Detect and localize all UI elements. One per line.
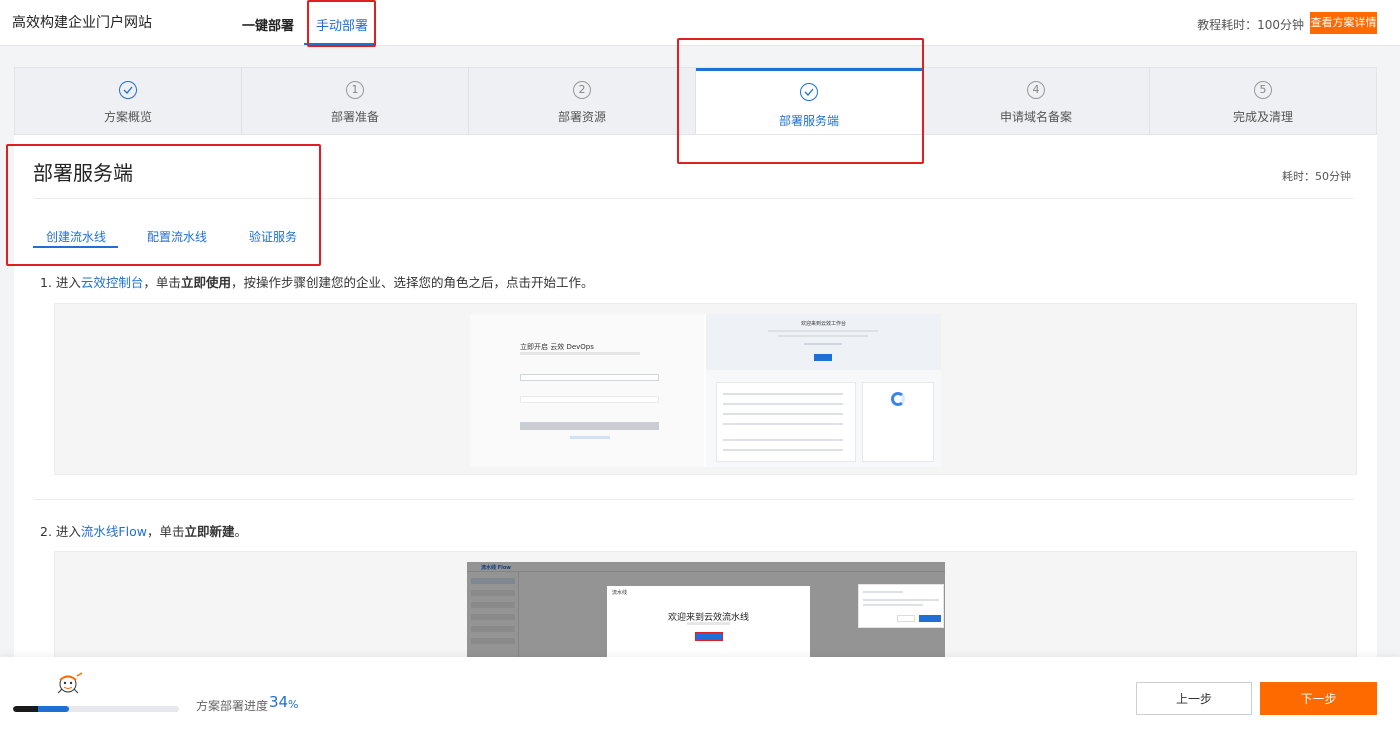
step-label: 部署资源 (557, 110, 606, 124)
screenshot-text: 欢迎来到云效工作台 (801, 321, 847, 327)
instruction-text: 1. 进入 (40, 275, 81, 290)
placeholder-line (723, 403, 843, 405)
active-subtab-indicator (33, 246, 118, 248)
subtab-create-pipeline[interactable]: 创建流水线 (46, 228, 106, 245)
instruction-text: ，单击 (146, 524, 185, 539)
instruction-text: 。 (234, 524, 247, 539)
placeholder-field (520, 396, 659, 403)
divider (34, 198, 1354, 199)
screenshot-text: 流水线 (612, 590, 628, 596)
instruction-2: 2. 进入流水线Flow，单击立即新建。 (40, 521, 247, 540)
view-detail-button[interactable]: 查看方案详情 (1310, 12, 1377, 34)
divider (34, 499, 1354, 500)
check-circle-icon (800, 83, 818, 101)
placeholder-line (723, 423, 843, 425)
placeholder-line (863, 604, 923, 606)
placeholder-line (520, 352, 640, 355)
placeholder-line (723, 449, 843, 451)
tab-manual-deploy[interactable]: 手动部署 (316, 15, 368, 34)
screenshot-text: 立即开启 云效 DevOps (520, 343, 594, 351)
progress-label: 方案部署进度 (196, 699, 269, 713)
instruction-text: 2. 进入 (40, 524, 81, 539)
step-label: 方案概览 (103, 110, 152, 124)
step-number: 1 (346, 81, 364, 99)
instruction-1: 1. 进入云效控制台，单击立即使用，按操作步骤创建您的企业、选择您的角色之后，点… (40, 272, 593, 291)
placeholder-line (687, 622, 730, 625)
next-step-button[interactable]: 下一步 (1260, 682, 1377, 715)
placeholder-link (570, 436, 610, 439)
progress-bar (13, 706, 179, 712)
mascot-icon (57, 672, 83, 694)
section-title: 部署服务端 (33, 161, 133, 185)
placeholder-field (520, 374, 659, 381)
placeholder-button (814, 354, 832, 361)
screenshot-panel-right: 欢迎来到云效工作台 (706, 314, 941, 467)
active-tab-indicator (304, 43, 374, 45)
placeholder-button (919, 615, 941, 622)
placeholder-line (863, 599, 939, 601)
screenshot-devops: 立即开启 云效 DevOps 欢迎来到云效工作台 (54, 303, 1357, 475)
placeholder-button (897, 615, 915, 622)
check-circle-icon (119, 81, 137, 99)
tab-one-click-deploy[interactable]: 一键部署 (242, 15, 294, 34)
placeholder-button (520, 422, 659, 430)
course-time: 教程耗时：100分钟 (1197, 18, 1304, 32)
donut-chart-icon (891, 392, 905, 406)
devops-screenshot-image: 立即开启 云效 DevOps 欢迎来到云效工作台 (470, 314, 941, 467)
step-overview[interactable]: 方案概览 (15, 68, 242, 134)
step-deploy-server[interactable]: 部署服务端 (696, 68, 923, 134)
step-number: 5 (1254, 81, 1272, 99)
placeholder-line (778, 335, 868, 337)
console-link[interactable]: 云效控制台 (81, 275, 144, 290)
subtab-verify-service[interactable]: 验证服务 (249, 228, 297, 245)
placeholder-line (723, 413, 843, 415)
instruction-text: ，按操作步骤创建您的企业、选择您的角色之后，点击开始工作。 (230, 275, 594, 290)
prev-step-button[interactable]: 上一步 (1136, 682, 1252, 715)
top-bar: 高效构建企业门户网站 一键部署 手动部署 教程耗时：100分钟 查看方案详情 (0, 0, 1400, 46)
step-number: 4 (1027, 81, 1045, 99)
flow-screenshot-image: 流水线 Flow 流水线 欢迎来到云效流水线 (467, 562, 945, 662)
progress-value: 34 (269, 693, 289, 711)
placeholder-card (716, 382, 856, 462)
screenshot-modal: 流水线 欢迎来到云效流水线 (607, 586, 810, 662)
screenshot-flow: 流水线 Flow 流水线 欢迎来到云效流水线 (54, 551, 1357, 662)
step-prepare[interactable]: 1 部署准备 (242, 68, 469, 134)
step-label: 部署准备 (330, 110, 379, 124)
placeholder-line (863, 591, 903, 593)
instruction-bold: 立即使用 (180, 275, 231, 290)
main-content: 部署服务端 耗时：50分钟 创建流水线 配置流水线 验证服务 1. 进入云效控制… (14, 135, 1377, 662)
screenshot-hero: 欢迎来到云效工作台 (706, 314, 941, 370)
instruction-bold: 立即新建 (184, 524, 235, 539)
placeholder-line (804, 343, 842, 345)
progress-fill (13, 706, 70, 712)
step-resources[interactable]: 2 部署资源 (469, 68, 696, 134)
step-label: 申请域名备案 (999, 110, 1072, 124)
step-label: 完成及清理 (1232, 110, 1293, 124)
elapsed-time: 耗时：50分钟 (1282, 170, 1351, 183)
placeholder-line (723, 393, 843, 395)
subtab-configure-pipeline[interactable]: 配置流水线 (147, 228, 207, 245)
step-domain-filing[interactable]: 4 申请域名备案 (923, 68, 1150, 134)
flow-link[interactable]: 流水线Flow (81, 524, 147, 539)
instruction-text: ，单击 (143, 275, 181, 290)
site-title: 高效构建企业门户网站 (12, 15, 152, 31)
step-finish-cleanup[interactable]: 5 完成及清理 (1150, 68, 1376, 134)
placeholder-line (723, 439, 843, 441)
placeholder-line (768, 330, 878, 332)
step-navigation: 方案概览 1 部署准备 2 部署资源 部署服务端 4 申请域名备案 5 完成及清… (14, 67, 1377, 135)
placeholder-button (695, 632, 723, 641)
progress-unit: % (288, 698, 299, 711)
step-label: 部署服务端 (778, 114, 839, 128)
step-number: 2 (573, 81, 591, 99)
screenshot-panel-left: 立即开启 云效 DevOps (470, 314, 704, 467)
screenshot-popover (858, 584, 944, 628)
